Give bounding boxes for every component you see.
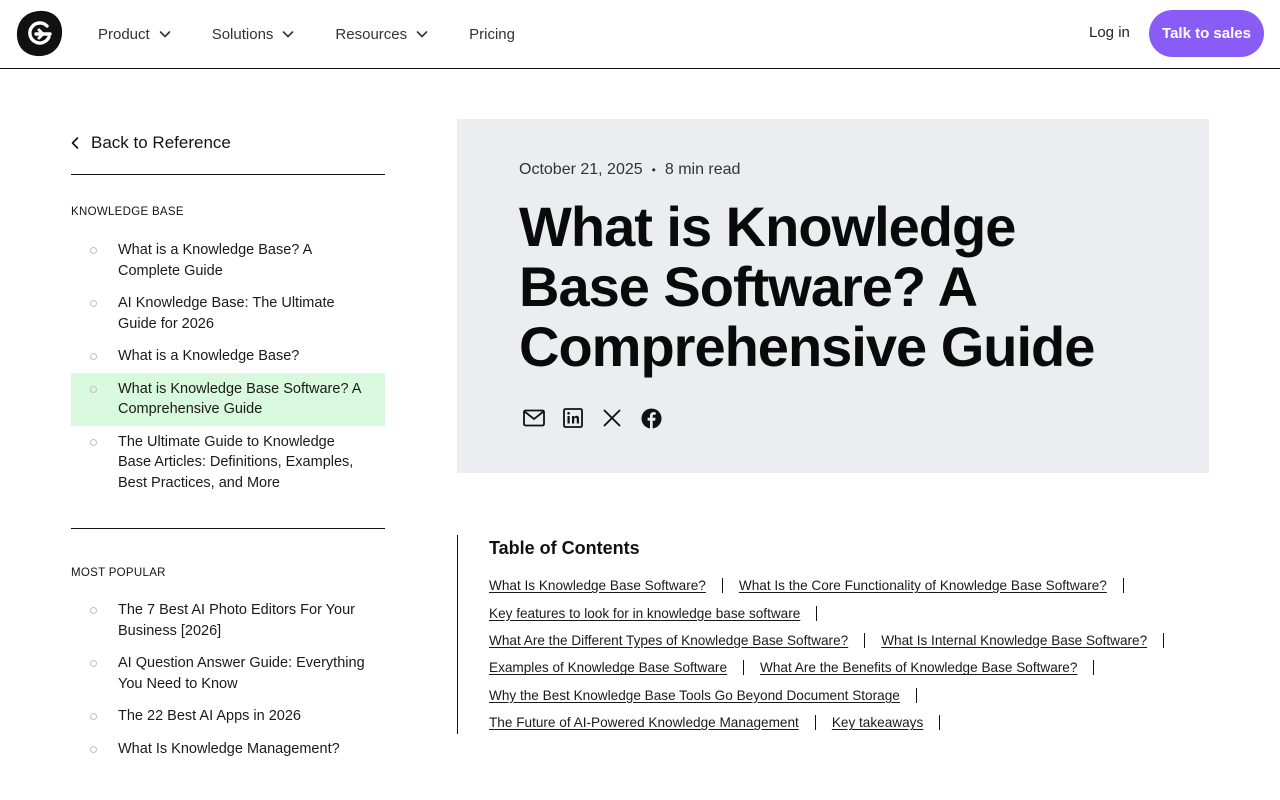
- bullet-icon: [90, 713, 97, 720]
- list-item-active[interactable]: What is Knowledge Base Software? A Compr…: [71, 372, 385, 426]
- nav-product-label: Product: [98, 25, 150, 43]
- linkedin-icon[interactable]: [562, 407, 584, 429]
- list-item[interactable]: The Ultimate Guide to Knowledge Base Art…: [71, 426, 385, 500]
- sidebar-divider: [71, 528, 385, 529]
- toc-separator: [1093, 660, 1095, 676]
- publish-date: October 21, 2025: [519, 161, 643, 178]
- most-popular-list: The 7 Best AI Photo Editors For Your Bus…: [71, 594, 385, 765]
- list-item[interactable]: The 22 Best AI Apps in 2026: [71, 700, 385, 733]
- bullet-icon: [90, 353, 97, 360]
- toc-link[interactable]: Examples of Knowledge Base Software: [489, 660, 727, 675]
- facebook-icon[interactable]: [640, 407, 662, 429]
- page-title: What is Knowledge Base Software? A Compr…: [519, 195, 1095, 378]
- sidebar-divider: [71, 174, 385, 175]
- list-item-label: What Is Knowledge Management?: [118, 740, 340, 757]
- share-bar: [523, 407, 679, 429]
- list-item-label: What is a Knowledge Base?: [118, 348, 300, 364]
- list-item[interactable]: AI Knowledge Base: The Ultimate Guide fo…: [71, 287, 385, 340]
- brand-logo[interactable]: [16, 10, 63, 57]
- toc-separator: [743, 660, 745, 676]
- bullet-icon: [90, 385, 97, 393]
- toc-row: What Are the Different Types of Knowledg…: [489, 627, 1209, 654]
- toc-separator: [1122, 578, 1124, 594]
- nav-pricing[interactable]: Pricing: [469, 26, 515, 43]
- chevron-down-icon: [283, 31, 294, 38]
- toc-link[interactable]: What Is Internal Knowledge Base Software…: [881, 633, 1147, 648]
- most-popular-heading: MOST POPULAR: [71, 567, 166, 579]
- nav-solutions[interactable]: Solutions: [212, 26, 296, 43]
- chevron-down-icon: [416, 31, 428, 38]
- toc-separator: [816, 605, 818, 621]
- list-item-label: What is a Knowledge Base? A Complete Gui…: [118, 242, 312, 279]
- talk-to-sales-button[interactable]: Talk to sales: [1149, 10, 1264, 57]
- toc-link[interactable]: What Are the Different Types of Knowledg…: [489, 633, 848, 648]
- nav-pricing-label: Pricing: [469, 25, 515, 43]
- bullet-icon: [90, 660, 97, 667]
- mail-icon[interactable]: [523, 407, 545, 429]
- toc-row: Key features to look for in knowledge ba…: [489, 599, 1209, 626]
- nav-resources-label: Resources: [335, 25, 408, 43]
- list-item-label: The Ultimate Guide to Knowledge Base Art…: [118, 433, 354, 491]
- list-item[interactable]: AI Question Answer Guide: Everything You…: [71, 647, 385, 700]
- nav-resources[interactable]: Resources: [335, 26, 429, 43]
- table-of-contents: Table of Contents What Is Knowledge Base…: [457, 535, 1217, 734]
- toc-separator: [1163, 632, 1165, 648]
- list-item-label: AI Question Answer Guide: Everything You…: [118, 655, 365, 692]
- toc-links: What Is Knowledge Base Software? What Is…: [489, 572, 1209, 736]
- toc-link[interactable]: Why the Best Knowledge Base Tools Go Bey…: [489, 688, 900, 703]
- toc-row: Why the Best Knowledge Base Tools Go Bey…: [489, 682, 1209, 709]
- toc-link[interactable]: What Are the Benefits of Knowledge Base …: [760, 660, 1077, 675]
- bullet-icon: [90, 745, 97, 753]
- bullet-icon: [90, 247, 97, 254]
- list-item[interactable]: The 7 Best AI Photo Editors For Your Bus…: [71, 594, 385, 647]
- toc-separator: [864, 632, 866, 648]
- list-item-label: The 7 Best AI Photo Editors For Your Bus…: [118, 602, 355, 639]
- toc-link[interactable]: Key features to look for in knowledge ba…: [489, 606, 800, 621]
- knowledge-base-list: What is a Knowledge Base? A Complete Gui…: [71, 234, 385, 499]
- toc-link[interactable]: What Is the Core Functionality of Knowle…: [739, 578, 1107, 593]
- toc-separator: [814, 715, 816, 731]
- reference-sidebar: Back to Reference KNOWLEDGE BASE What is…: [71, 130, 385, 765]
- bullet-icon: [90, 607, 97, 614]
- back-label: Back to Reference: [91, 133, 231, 152]
- article-hero: October 21, 2025 • 8 min read What is Kn…: [457, 119, 1209, 473]
- chevron-left-icon: [71, 137, 79, 149]
- site-header: Product Solutions Resources Pricing Log …: [0, 0, 1280, 69]
- toc-link[interactable]: The Future of AI-Powered Knowledge Manag…: [489, 715, 799, 730]
- main-nav: Product Solutions Resources Pricing: [98, 0, 555, 68]
- toc-link[interactable]: Key takeaways: [832, 715, 923, 730]
- toc-separator: [721, 578, 723, 594]
- x-icon[interactable]: [601, 407, 623, 429]
- toc-title: Table of Contents: [489, 538, 640, 558]
- read-time: 8 min read: [664, 161, 741, 178]
- list-item-label: The 22 Best AI Apps in 2026: [118, 708, 301, 724]
- toc-row: Examples of Knowledge Base Software What…: [489, 654, 1209, 681]
- back-to-reference-link[interactable]: Back to Reference: [71, 130, 385, 156]
- list-item[interactable]: What Is Knowledge Management?: [71, 733, 385, 766]
- list-item-label: AI Knowledge Base: The Ultimate Guide fo…: [118, 295, 335, 332]
- chevron-down-icon: [159, 31, 171, 38]
- bullet-icon: [90, 438, 97, 446]
- bullet-icon: [90, 300, 97, 307]
- toc-row: The Future of AI-Powered Knowledge Manag…: [489, 709, 1209, 736]
- toc-link[interactable]: What Is Knowledge Base Software?: [489, 578, 706, 593]
- list-item-label: What is Knowledge Base Software? A Compr…: [118, 380, 361, 418]
- nav-solutions-label: Solutions: [211, 25, 274, 43]
- toc-separator: [939, 715, 941, 731]
- article-meta: October 21, 2025 • 8 min read: [519, 161, 740, 179]
- list-item[interactable]: What is a Knowledge Base?: [71, 340, 385, 373]
- toc-row: What Is Knowledge Base Software? What Is…: [489, 572, 1209, 599]
- login-link[interactable]: Log in: [1089, 24, 1130, 41]
- toc-separator: [915, 687, 917, 703]
- list-item[interactable]: What is a Knowledge Base? A Complete Gui…: [71, 234, 385, 287]
- knowledge-base-heading: KNOWLEDGE BASE: [71, 206, 184, 218]
- meta-separator: •: [651, 163, 656, 177]
- logo-icon: [16, 10, 63, 57]
- nav-product[interactable]: Product: [98, 26, 172, 43]
